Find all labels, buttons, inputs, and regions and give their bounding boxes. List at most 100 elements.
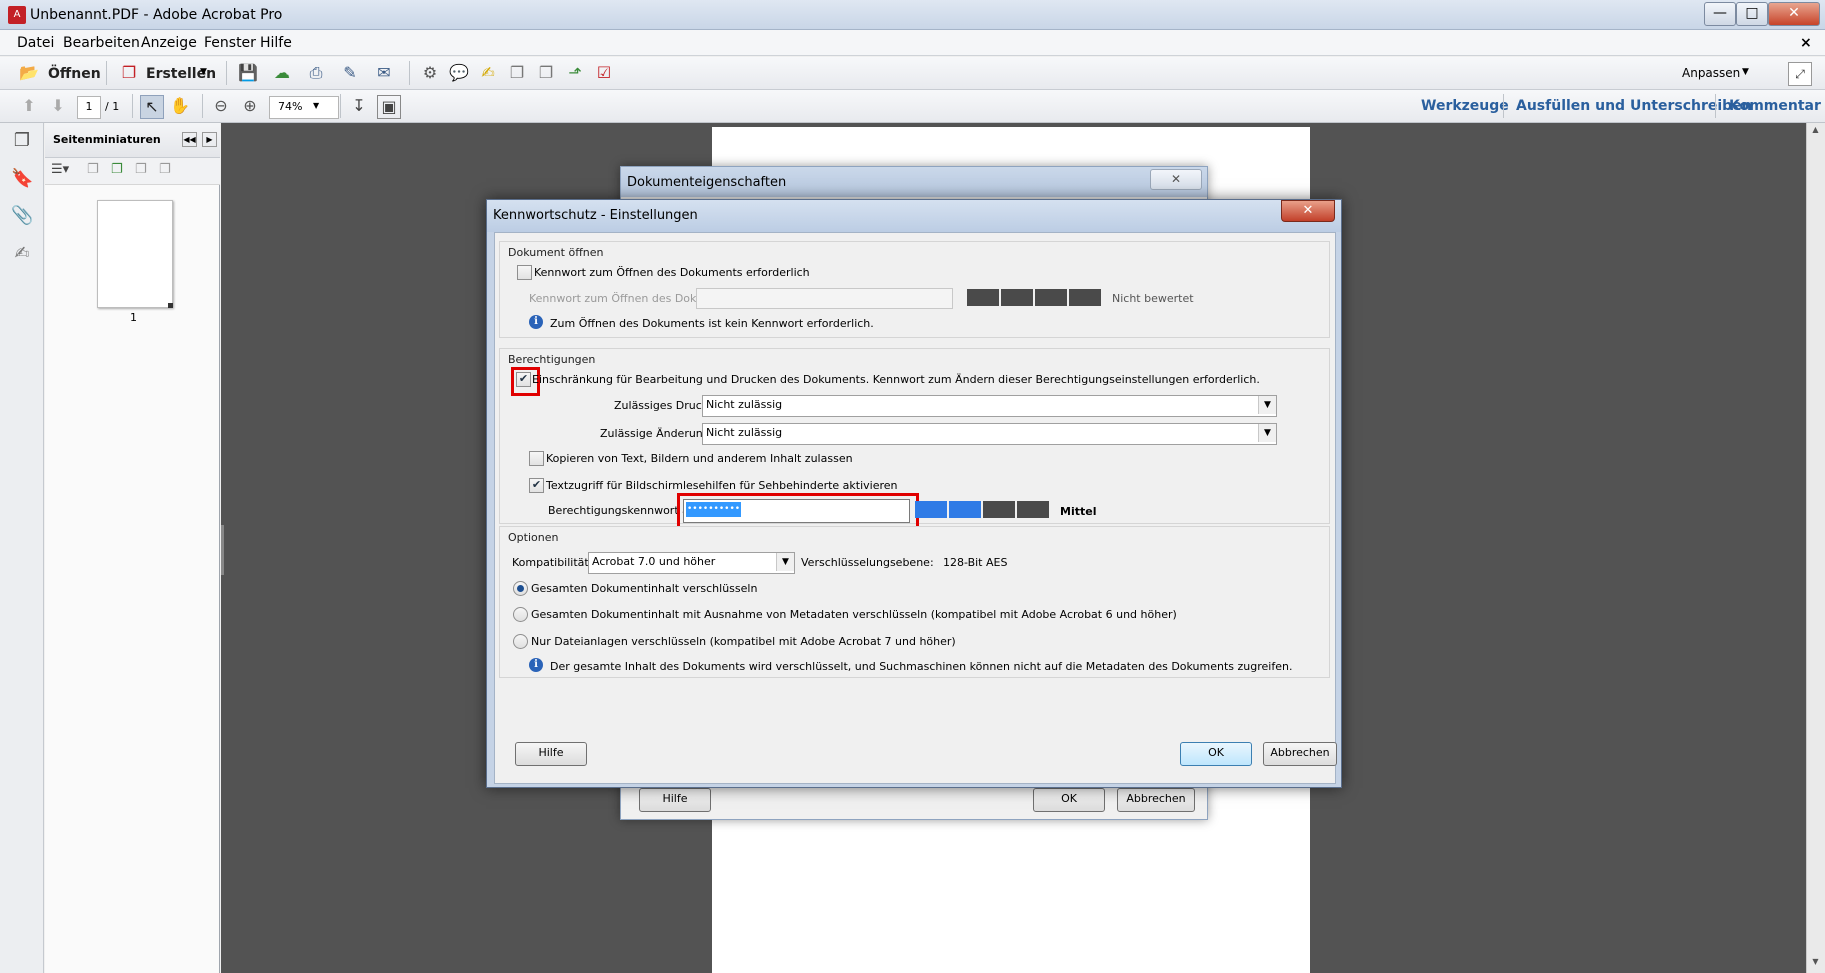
previous-page-icon[interactable]: ⬆ xyxy=(18,95,40,117)
zoom-dropdown-icon[interactable]: ▼ xyxy=(313,101,319,110)
menu-anzeige[interactable]: Anzeige xyxy=(141,35,197,51)
zoom-in-icon[interactable]: ⊕ xyxy=(239,95,261,117)
strength-segment xyxy=(983,501,1015,518)
document-properties-help-button[interactable]: Hilfe xyxy=(639,788,711,812)
menu-datei[interactable]: Datei xyxy=(17,35,54,51)
rotate-page-icon[interactable]: ❐ xyxy=(135,162,147,177)
encrypt-attachments-radio[interactable] xyxy=(513,634,528,649)
create-pdf-icon[interactable]: ❐ xyxy=(118,62,140,84)
cancel-button[interactable]: Abbrechen xyxy=(1263,742,1337,766)
toolbar-separator xyxy=(106,61,107,85)
thumbnail-page-number: 1 xyxy=(130,311,137,324)
menu-bearbeiten[interactable]: Bearbeiten xyxy=(63,35,140,51)
page-thumbnail[interactable] xyxy=(97,200,173,308)
close-document-icon[interactable]: × xyxy=(1800,35,1812,51)
document-properties-cancel-button[interactable]: Abbrechen xyxy=(1117,788,1195,812)
open-folder-icon[interactable]: 📂 xyxy=(18,62,40,84)
print-icon[interactable]: ⎙ xyxy=(305,62,327,84)
thumbnails-title: Seitenminiaturen xyxy=(53,133,161,146)
encryption-level-label: Verschlüsselungsebene: xyxy=(801,556,934,569)
navigation-pane-strip: ❐ 🔖 📎 ✍ xyxy=(0,123,44,973)
tab-werkzeuge[interactable]: Werkzeuge xyxy=(1421,98,1509,114)
chevron-down-icon: ▼ xyxy=(1258,396,1276,414)
acrobat-app-icon: A xyxy=(8,6,26,24)
delete-page-icon[interactable]: ❐ xyxy=(159,162,171,177)
encrypt-all-radio[interactable] xyxy=(513,581,528,596)
permissions-heading: Berechtigungen xyxy=(508,353,596,366)
menu-fenster[interactable]: Fenster xyxy=(204,35,256,51)
strength-segment xyxy=(967,289,999,306)
thumbnail-resize-handle[interactable] xyxy=(168,303,173,308)
compare-icon[interactable]: ❐ xyxy=(535,62,557,84)
document-properties-close-icon[interactable]: ✕ xyxy=(1150,169,1202,190)
window-title: Unbenannt.PDF - Adobe Acrobat Pro xyxy=(30,7,283,23)
export-icon[interactable]: ⬏ xyxy=(564,62,586,84)
password-security-title: Kennwortschutz - Einstellungen xyxy=(493,208,698,223)
collapse-panel-icon[interactable]: ◀◀ xyxy=(182,132,197,147)
settings-gear-icon[interactable]: ⚙ xyxy=(419,62,441,84)
document-properties-ok-button[interactable]: OK xyxy=(1033,788,1105,812)
fit-page-icon[interactable]: ▣ xyxy=(377,95,401,119)
toolbar-separator xyxy=(132,94,133,118)
require-open-password-checkbox[interactable] xyxy=(517,265,532,280)
password-security-close-icon[interactable]: ✕ xyxy=(1281,200,1335,222)
upload-cloud-icon[interactable]: ☁ xyxy=(271,62,293,84)
tab-kommentar[interactable]: Kommentar xyxy=(1729,98,1821,114)
customize-dropdown-icon[interactable]: ▼ xyxy=(1742,67,1749,77)
form-icon[interactable]: ☑ xyxy=(593,62,615,84)
maximize-button[interactable]: □ xyxy=(1736,2,1768,26)
menu-hilfe[interactable]: Hilfe xyxy=(260,35,292,51)
hand-tool-icon[interactable]: ✋ xyxy=(169,95,191,117)
screen-reader-access-checkbox[interactable]: ✔ xyxy=(529,478,544,493)
signatures-icon[interactable]: ✍ xyxy=(11,243,33,265)
menu-bar: Datei Bearbeiten Anzeige Fenster Hilfe × xyxy=(0,30,1825,56)
page-total: / 1 xyxy=(105,100,120,113)
open-password-input[interactable] xyxy=(696,288,953,309)
edit-document-icon[interactable]: ✎ xyxy=(339,62,361,84)
email-icon[interactable]: ✉ xyxy=(373,62,395,84)
password-security-titlebar: Kennwortschutz - Einstellungen ✕ xyxy=(487,200,1341,232)
changes-allowed-select[interactable]: Nicht zulässig ▼ xyxy=(702,423,1277,445)
zoom-out-icon[interactable]: ⊖ xyxy=(210,95,232,117)
toolbar-separator xyxy=(340,94,341,118)
help-button[interactable]: Hilfe xyxy=(515,742,587,766)
fit-width-icon[interactable]: ↧ xyxy=(348,95,370,117)
scroll-down-icon[interactable]: ▼ xyxy=(1809,957,1822,971)
select-cursor-icon[interactable]: ↖ xyxy=(140,95,164,119)
encrypt-except-metadata-radio[interactable] xyxy=(513,607,528,622)
save-icon[interactable]: 💾 xyxy=(237,62,259,84)
create-dropdown-icon[interactable]: ▼ xyxy=(200,67,207,77)
close-window-button[interactable]: ✕ xyxy=(1768,2,1820,26)
compatibility-select[interactable]: Acrobat 7.0 und höher ▼ xyxy=(588,552,795,574)
customize-button[interactable]: Anpassen xyxy=(1682,66,1740,80)
bookmarks-icon[interactable]: 🔖 xyxy=(11,168,33,190)
tab-ausfuellen-unterschreiben[interactable]: Ausfüllen und Unterschreiben xyxy=(1516,98,1752,114)
page-thumbnails-icon[interactable]: ❐ xyxy=(11,130,33,152)
attachments-paperclip-icon[interactable]: 📎 xyxy=(11,205,33,227)
zoom-input[interactable]: 74% xyxy=(269,96,339,119)
stamp-icon[interactable]: ❐ xyxy=(506,62,528,84)
minimize-button[interactable]: — xyxy=(1704,2,1736,26)
thumbnail-options-icon[interactable]: ☰▾ xyxy=(51,162,69,177)
password-security-body: Dokument öffnen Kennwort zum Öffnen des … xyxy=(494,232,1337,784)
extract-page-icon[interactable]: ❐ xyxy=(111,162,123,177)
scroll-up-icon[interactable]: ▲ xyxy=(1809,125,1822,139)
expand-icon[interactable]: ⤢ xyxy=(1788,62,1812,86)
panel-splitter[interactable] xyxy=(221,525,224,575)
printing-allowed-select[interactable]: Nicht zulässig ▼ xyxy=(702,395,1277,417)
comment-bubble-icon[interactable]: 💬 xyxy=(448,62,470,84)
document-properties-titlebar: Dokumenteigenschaften ✕ xyxy=(621,167,1207,197)
printing-allowed-value: Nicht zulässig xyxy=(706,398,783,411)
page-number-input[interactable]: 1 xyxy=(77,96,101,119)
thumbnails-toolbar: ☰▾ ❐ ❐ ❐ ❐ xyxy=(45,158,220,185)
highlight-icon[interactable]: ✍ xyxy=(477,62,499,84)
open-document-heading: Dokument öffnen xyxy=(508,246,604,259)
ok-button[interactable]: OK xyxy=(1180,742,1252,766)
options-heading: Optionen xyxy=(508,531,559,544)
allow-copy-checkbox[interactable] xyxy=(529,451,544,466)
open-button[interactable]: Öffnen xyxy=(48,66,101,82)
panel-options-icon[interactable]: ▶ xyxy=(202,132,217,147)
vertical-scrollbar[interactable]: ▲ ▼ xyxy=(1806,123,1825,973)
insert-page-icon[interactable]: ❐ xyxy=(87,162,99,177)
next-page-icon[interactable]: ⬇ xyxy=(47,95,69,117)
